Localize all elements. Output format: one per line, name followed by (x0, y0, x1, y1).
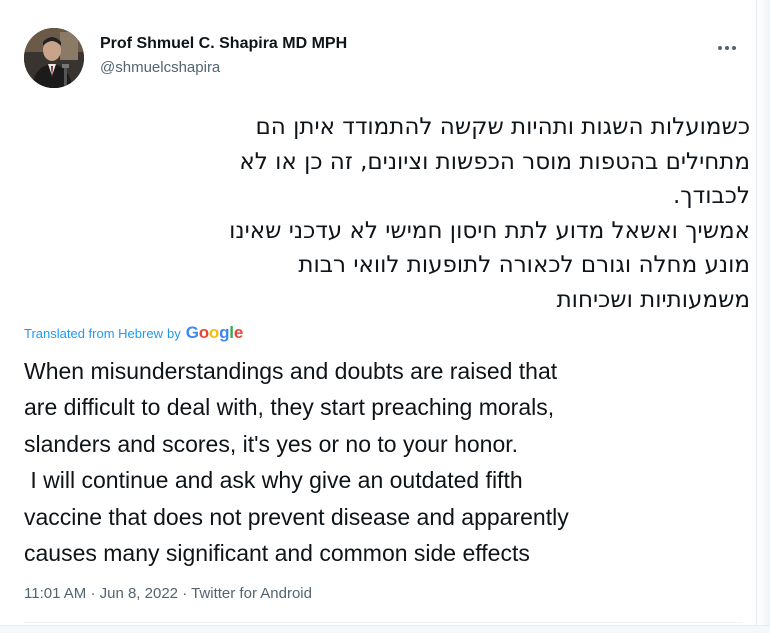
tweet-header: Prof Shmuel C. Shapira MD MPH @shmuelcsh… (24, 22, 744, 92)
translation-line: causes many significant and common side … (24, 540, 530, 567)
author-name-block: Prof Shmuel C. Shapira MD MPH @shmuelcsh… (100, 34, 347, 78)
window-edge (756, 0, 770, 633)
translated-by-label: by (166, 325, 181, 341)
author-avatar[interactable] (24, 28, 84, 88)
translation-attribution[interactable]: Translated from Hebrew by Google (24, 323, 243, 343)
hebrew-line: משמעותיות ושכיחות (556, 286, 750, 313)
tweet-time[interactable]: 11:01 AM (24, 585, 86, 602)
more-options-button[interactable] (710, 34, 744, 62)
meta-separator: · (182, 585, 188, 602)
hebrew-line: כשמועלות השגות ותהיות שקשה להתמודד איתן … (255, 114, 750, 140)
hebrew-line: אמשיך ואשאל מדוע לתת חיסון חמישי לא עדכנ… (229, 217, 750, 244)
translation-line: I will continue and ask why give an outd… (24, 467, 523, 494)
translation-line: slanders and scores, it's yes or no to y… (24, 430, 519, 457)
hebrew-line: לכבודך. (672, 183, 750, 209)
tweet-text-translation: When misunderstandings and doubts are ra… (24, 353, 750, 571)
translation-line: are difficult to deal with, they start p… (24, 394, 555, 421)
author-handle[interactable]: @shmuelcshapira (100, 58, 347, 78)
translation-line: When misunderstandings and doubts are ra… (24, 358, 558, 384)
tweet-source[interactable]: Twitter for Android (191, 585, 312, 602)
tweet-date[interactable]: Jun 8, 2022 (100, 585, 178, 602)
person-avatar-icon (24, 28, 84, 88)
divider (24, 622, 742, 623)
hebrew-line: מתחילים בהטפות מוסר הכפשות וציונים, זה כ… (239, 148, 750, 175)
tweet-metadata: 11:01 AM · Jun 8, 2022 · Twitter for And… (24, 585, 312, 602)
more-horizontal-icon (718, 46, 736, 50)
window-edge (0, 625, 770, 633)
google-logo: Google (185, 323, 244, 342)
tweet-text-hebrew: כשמועלות השגות ותהיות שקשה להתמודד איתן … (24, 110, 750, 317)
tweet-card: Prof Shmuel C. Shapira MD MPH @shmuelcsh… (0, 0, 770, 633)
hebrew-line: מונע מחלה וגורם לכאורה לתופעות לוואי רבו… (298, 252, 750, 278)
translation-line: vaccine that does not prevent disease an… (24, 503, 569, 530)
author-display-name[interactable]: Prof Shmuel C. Shapira MD MPH (100, 34, 347, 54)
translated-from-label[interactable]: Translated from Hebrew (24, 326, 163, 341)
meta-separator: · (90, 585, 96, 602)
